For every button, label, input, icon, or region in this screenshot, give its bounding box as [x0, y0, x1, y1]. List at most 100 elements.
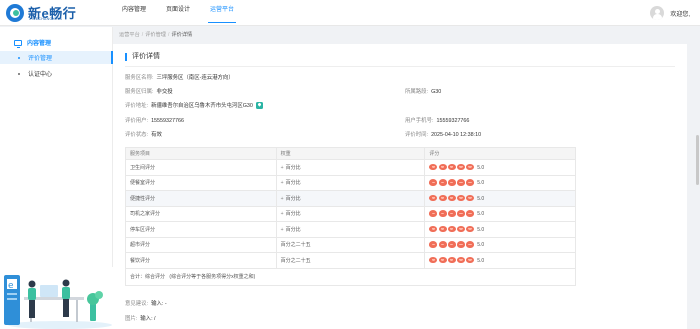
field-label: 评价时间:: [405, 132, 429, 138]
rating-face-icon: [466, 225, 475, 233]
rating-face-icon: [438, 256, 447, 264]
summary-label: 合计：综合评分: [130, 274, 166, 280]
rating-face-icon: [438, 241, 447, 248]
rating-face-icon: [456, 225, 465, 233]
summary-note: (综合评分等于各服务项得分x权重之和): [169, 274, 256, 280]
rating-score: 5.0: [477, 195, 485, 202]
rating-cell: 5.0: [424, 205, 576, 222]
top-bar: 新e畅行 XINECHANGXING 内容管理 页面设计 运营平台 欢迎您,: [0, 0, 700, 26]
field-label: 服务区名称:: [125, 75, 154, 81]
service-item-cell: 卫生间评分: [125, 159, 277, 176]
sidebar-item-label: 认证中心: [28, 72, 53, 78]
avatar-icon: [650, 6, 665, 20]
field-value: 三坪服务区（南区-连云港方向）: [156, 75, 234, 81]
breadcrumb: 运营平台 / 评价管理 / 评价详情: [119, 32, 193, 38]
rating-score: 5.0: [477, 180, 485, 187]
rating-face-icon: [447, 241, 456, 248]
rating-face-icon: [447, 210, 456, 217]
field-value: 非交投: [156, 89, 173, 95]
rating-face-icon: [447, 163, 456, 171]
weight-value: 百分比: [285, 180, 301, 187]
breadcrumb-item[interactable]: 运营平台: [119, 32, 140, 38]
user-menu[interactable]: 欢迎您,: [650, 5, 690, 21]
review-user-field: 评价用户: 15559327766: [125, 116, 184, 124]
weight-value: 百分之二十五: [280, 242, 311, 249]
rating-face-icon: [438, 179, 447, 186]
rating-face-icon: [429, 163, 438, 171]
divider: [125, 66, 675, 67]
sidebar-item-certification-center[interactable]: 认证中心: [0, 67, 113, 80]
rating-table: 服务项目 权重 评分 卫生间评分 + 百分比 5.0 便餐室评分 + 百分比 5.0 便捷性评分…: [125, 147, 576, 286]
top-nav: 内容管理 页面设计 运营平台: [112, 0, 244, 26]
nav-operations-platform[interactable]: 运营平台: [200, 0, 244, 26]
rating-face-icon: [466, 210, 475, 217]
table-row: 超市评分 百分之二十五 5.0: [125, 236, 576, 253]
service-item-cell: 超市评分: [125, 236, 277, 253]
rating-face-icon: [429, 210, 438, 217]
sidebar-illustration: e: [0, 267, 113, 329]
rating-score: 5.0: [477, 164, 485, 171]
nav-page-design[interactable]: 页面设计: [156, 0, 200, 26]
page-scrollbar[interactable]: [696, 135, 699, 185]
image-field: 图片: 输入: /: [125, 314, 156, 322]
rating-face-icon: [429, 225, 438, 233]
table-row: 便捷性评分 + 百分比 5.0: [125, 190, 576, 207]
weight-cell: 百分之二十五: [275, 236, 426, 253]
rating-cell: 5.0: [424, 190, 576, 207]
rating-cell: 5.0: [424, 221, 576, 238]
rating-face-icon: [447, 225, 456, 233]
rating-face-icon: [456, 210, 465, 217]
weight-value: 百分比: [285, 195, 301, 202]
table-row: 卫生间评分 + 百分比 5.0: [125, 159, 576, 176]
rating-face-icon: [438, 210, 447, 217]
field-label: 图片:: [125, 316, 138, 322]
weight-cell: + 百分比: [275, 190, 426, 207]
rating-face-icon: [438, 194, 447, 202]
user-greeting: 欢迎您,: [670, 11, 690, 18]
bullet-icon: [18, 72, 20, 75]
nav-content-management[interactable]: 内容管理: [112, 0, 156, 26]
sidebar-group-content[interactable]: 内容管理: [0, 36, 113, 49]
brand-logo[interactable]: 新e畅行 XINECHANGXING: [6, 3, 106, 23]
sidebar-item-review-management[interactable]: 评价管理: [0, 51, 113, 64]
field-label: 用户手机号:: [405, 118, 434, 124]
plus-icon: +: [280, 180, 284, 187]
column-header: 服务项目: [125, 147, 277, 160]
weight-cell: 百分之二十五: [275, 252, 426, 269]
field-label: 所属路段:: [405, 89, 429, 95]
sidebar: 内容管理 评价管理 认证中心 e: [0, 27, 113, 329]
map-location-icon[interactable]: [255, 101, 263, 109]
user-phone-field: 用户手机号: 15559327766: [405, 116, 469, 124]
breadcrumb-item[interactable]: 评价管理: [145, 32, 166, 38]
rating-face-icon: [456, 241, 465, 248]
table-row: 停车区评分 + 百分比 5.0: [125, 221, 576, 238]
rating-score: 5.0: [477, 257, 485, 264]
rating-score: 5.0: [477, 211, 485, 218]
service-item-cell: 便捷性评分: [125, 190, 277, 207]
plus-icon: +: [280, 226, 284, 233]
rating-face-icon: [456, 163, 465, 171]
plus-icon: +: [280, 164, 284, 171]
rating-face-icon: [456, 256, 465, 264]
rating-face-icon: [466, 194, 475, 202]
table-row: 餐饮评分 百分之二十五 5.0: [125, 252, 576, 269]
weight-cell: + 百分比: [275, 221, 426, 238]
weight-value: 百分比: [285, 211, 301, 218]
sub-area-field: 服务区归属: 非交投: [125, 87, 173, 95]
weight-cell: + 百分比: [275, 174, 426, 191]
plus-icon: +: [280, 211, 284, 218]
rating-face-icon: [466, 163, 475, 171]
monitor-icon: [14, 39, 22, 48]
rating-face-icon: [466, 179, 475, 186]
service-area-field: 服务区名称: 三坪服务区（南区-连云港方向）: [125, 73, 234, 81]
field-value: 有效: [151, 132, 162, 138]
table-row: 便餐室评分 + 百分比 5.0: [125, 174, 576, 191]
field-label: 评价状态:: [125, 132, 149, 138]
column-header: 评分: [424, 147, 576, 160]
rating-face-icon: [447, 194, 456, 202]
rating-score: 5.0: [477, 226, 485, 233]
breadcrumb-current: 评价详情: [171, 32, 193, 38]
rating-cell: 5.0: [424, 159, 576, 176]
address-field: 评价地址: 新疆维吾尔自治区乌鲁木齐市头屯河区G30: [125, 101, 263, 109]
svg-text:e: e: [8, 281, 14, 291]
